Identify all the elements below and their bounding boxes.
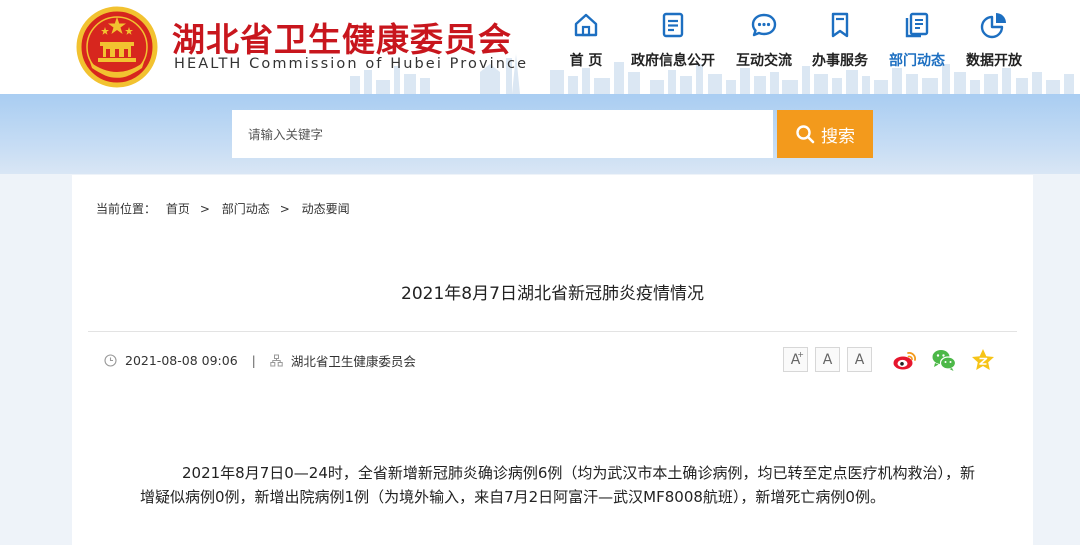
nav-label-dept-news: 部门动态 [889,53,945,69]
clock-icon [104,354,117,367]
weibo-icon[interactable] [892,347,918,373]
source-org-icon [270,354,283,367]
nav-item-interaction[interactable]: 互动交流 [733,10,795,78]
nav-label-gov-info: 政府信息公开 [631,53,715,69]
chat-bubble-icon [751,13,777,37]
article-body: 2021年8月7日0—24时，全省新增新冠肺炎确诊病例6例（均为武汉市本土确诊病… [140,464,975,506]
nav-label-open-data: 数据开放 [966,53,1022,69]
favorite-star-icon[interactable] [970,347,996,373]
breadcrumb-separator: > [279,202,290,216]
publish-date: 2021-08-08 09:06 [125,353,238,368]
search-button-label: 搜索 [821,126,855,147]
article-source: 湖北省卫生健康委员会 [290,354,416,369]
site-header: 湖北省卫生健康委员会 HEALTH Commission of Hubei Pr… [0,0,1080,94]
document-list-icon [662,12,684,38]
breadcrumb-item-home[interactable]: 首页 [166,202,190,216]
nav-item-gov-info[interactable]: 政府信息公开 [627,10,719,78]
nav-label-services: 办事服务 [812,53,868,69]
breadcrumb-item-dept-news[interactable]: 部门动态 [222,202,270,216]
pie-chart-icon [980,13,1006,39]
search-input[interactable] [232,110,773,158]
font-size-increase-button[interactable]: A + [783,347,808,372]
nav-item-home[interactable]: 首 页 [562,10,610,78]
nav-item-services[interactable]: 办事服务 [809,10,871,78]
article-card: 当前位置： 首页 > 部门动态 > 动态要闻 2021年8月7日湖北省新冠肺炎疫情情… [72,175,1033,545]
font-size-decrease-button[interactable]: A [847,347,872,372]
font-size-default-button[interactable]: A [815,347,840,372]
home-icon [574,13,598,37]
search-icon [796,125,815,144]
nav-label-home: 首 页 [569,53,603,69]
bookmark-icon [831,12,849,38]
nav-item-open-data[interactable]: 数据开放 [963,10,1025,78]
national-emblem-icon[interactable] [76,6,158,88]
breadcrumb-separator: > [199,202,210,216]
breadcrumb-prefix: 当前位置： [96,202,157,216]
search-button[interactable]: 搜索 [777,110,873,158]
font-size-controls: A + A A [783,347,872,372]
breadcrumb: 当前位置： 首页 > 部门动态 > 动态要闻 [96,200,356,217]
article-title: 2021年8月7日湖北省新冠肺炎疫情情况 [401,284,704,304]
nav-item-dept-news[interactable]: 部门动态 [886,10,948,78]
divider [88,331,1017,332]
meta-separator: | [251,353,256,368]
site-subtitle: HEALTH Commission of Hubei Province [174,56,529,72]
article-meta: 2021-08-08 09:06 | 湖北省卫生健康委员会 [104,351,416,370]
share-bar [892,347,996,373]
site-title[interactable]: 湖北省卫生健康委员会 [172,13,512,61]
breadcrumb-item-top-news[interactable]: 动态要闻 [302,202,350,216]
copy-document-icon [905,12,929,38]
wechat-icon[interactable] [931,347,957,373]
nav-label-interaction: 互动交流 [736,53,792,69]
